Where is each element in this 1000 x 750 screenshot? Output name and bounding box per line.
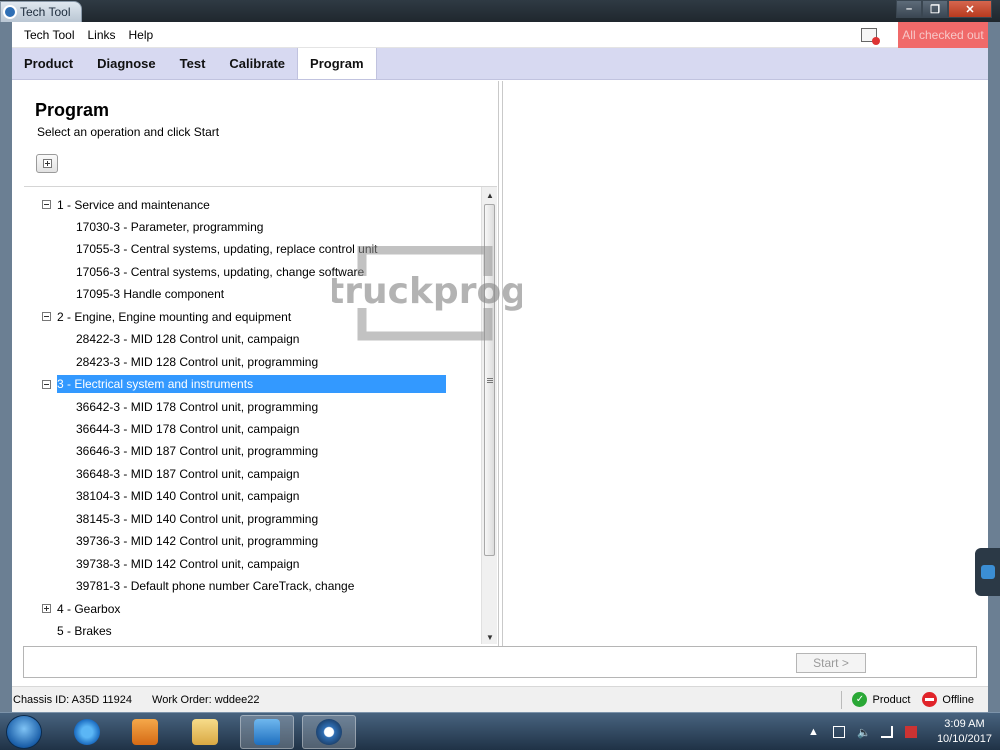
connection-status[interactable]: Offline bbox=[942, 694, 974, 706]
tree-item[interactable]: 28422-3 - MID 128 Control unit, campaign bbox=[76, 330, 299, 349]
battery-icon[interactable] bbox=[832, 726, 845, 738]
tab-diagnose[interactable]: Diagnose bbox=[85, 48, 168, 79]
maximize-button[interactable]: ❐ bbox=[922, 0, 948, 18]
window-title-bar[interactable]: Tech Tool – ❐ ✕ bbox=[0, 0, 1000, 22]
scroll-up-icon[interactable]: ▲ bbox=[482, 187, 497, 203]
taskbar-explorer[interactable] bbox=[178, 715, 232, 749]
collapse-icon[interactable] bbox=[42, 312, 51, 322]
product-status[interactable]: Product bbox=[872, 694, 910, 706]
tree-item[interactable]: 36642-3 - MID 178 Control unit, programm… bbox=[76, 397, 318, 416]
tab-product[interactable]: Product bbox=[12, 48, 85, 79]
tree-item[interactable]: 38104-3 - MID 140 Control unit, campaign bbox=[76, 487, 299, 506]
ie-icon bbox=[74, 719, 100, 745]
tech-tool-taskbar-icon bbox=[316, 719, 342, 745]
tree-item[interactable]: 36646-3 - MID 187 Control unit, programm… bbox=[76, 442, 318, 461]
expand-all-icon bbox=[42, 159, 52, 168]
taskbar-ie[interactable] bbox=[60, 715, 114, 749]
menu-tech-tool[interactable]: Tech Tool bbox=[24, 28, 74, 42]
menu-links[interactable]: Links bbox=[87, 28, 115, 42]
collapse-icon[interactable] bbox=[42, 200, 51, 209]
page-subtitle: Select an operation and click Start bbox=[37, 125, 220, 139]
tab-calibrate[interactable]: Calibrate bbox=[217, 48, 297, 79]
expand-icon[interactable] bbox=[42, 604, 51, 614]
tree-group[interactable]: 3 - Electrical system and instruments bbox=[42, 375, 446, 394]
menu-help[interactable]: Help bbox=[129, 28, 154, 42]
taskbar-tech-tool[interactable] bbox=[302, 715, 356, 749]
clock-time: 3:09 AM bbox=[944, 718, 985, 730]
grip-icon bbox=[486, 377, 493, 383]
tree-group[interactable]: 2 - Engine, Engine mounting and equipmen… bbox=[42, 307, 291, 326]
start-button[interactable]: Start > bbox=[796, 653, 866, 673]
tree-item[interactable]: 36648-3 - MID 187 Control unit, campaign bbox=[76, 464, 299, 483]
tree-group-label: 5 - Brakes bbox=[57, 624, 112, 639]
taskbar: ▲ 🔈 3:09 AM 10/10/2017 bbox=[0, 712, 1000, 750]
tree-item[interactable]: 17095-3 Handle component bbox=[76, 285, 224, 304]
tab-program[interactable]: Program bbox=[297, 48, 377, 79]
notification-icon[interactable] bbox=[861, 27, 880, 45]
system-tray: ▲ 🔈 3:09 AM 10/10/2017 bbox=[808, 713, 992, 750]
collapse-icon[interactable] bbox=[42, 379, 51, 389]
tree-group-label: 2 - Engine, Engine mounting and equipmen… bbox=[57, 309, 292, 324]
media-player-icon bbox=[132, 719, 158, 745]
page-title: Program bbox=[35, 100, 110, 120]
details-pane bbox=[502, 81, 988, 646]
tree-group[interactable]: 1 - Service and maintenance bbox=[42, 195, 210, 214]
minimize-button[interactable]: – bbox=[896, 0, 922, 18]
scroll-down-icon[interactable]: ▼ bbox=[482, 629, 497, 644]
clock-date: 10/10/2017 bbox=[936, 733, 992, 745]
status-alert-badge[interactable]: All checked out bbox=[898, 21, 988, 48]
operations-pane: Program Select an operation and click St… bbox=[12, 81, 499, 646]
expand-all-button[interactable] bbox=[36, 154, 58, 173]
clock[interactable]: 3:09 AM 10/10/2017 bbox=[937, 717, 992, 747]
menu-bar: Tech Tool Links Help All checked out bbox=[12, 21, 988, 48]
teamviewer-widget-icon bbox=[980, 565, 995, 579]
tree-scrollbar[interactable]: ▲ ▼ bbox=[481, 187, 497, 644]
window-title-tab: Tech Tool bbox=[0, 1, 82, 22]
windows-start-icon[interactable] bbox=[6, 715, 42, 749]
tree-group[interactable]: 5 - Brakes bbox=[42, 622, 112, 641]
signal-icon[interactable] bbox=[880, 726, 893, 738]
tree-group[interactable]: 4 - Gearbox bbox=[42, 599, 120, 618]
tree-item[interactable]: 17055-3 - Central systems, updating, rep… bbox=[76, 240, 378, 259]
taskbar-teamviewer[interactable] bbox=[240, 715, 294, 749]
tree-group-label: 3 - Electrical system and instruments bbox=[57, 375, 446, 394]
teamviewer-icon bbox=[254, 719, 280, 745]
teamviewer-side-widget[interactable] bbox=[975, 548, 1000, 596]
taskbar-media-player[interactable] bbox=[118, 715, 172, 749]
tree-item[interactable]: 36644-3 - MID 178 Control unit, campaign bbox=[76, 420, 299, 439]
work-order: Work Order: wddee22 bbox=[152, 693, 260, 706]
tree-item[interactable]: 17030-3 - Parameter, programming bbox=[76, 217, 263, 236]
tray-arrow-icon[interactable]: ▲ bbox=[808, 726, 819, 738]
window-title: Tech Tool bbox=[20, 5, 71, 19]
tree-group-label: 4 - Gearbox bbox=[57, 601, 121, 616]
main-tab-bar: Product Diagnose Test Calibrate Program bbox=[12, 48, 988, 80]
volume-icon[interactable]: 🔈 bbox=[857, 726, 871, 739]
tree-item[interactable]: 28423-3 - MID 128 Control unit, programm… bbox=[76, 352, 318, 371]
action-bar: Start > bbox=[23, 646, 977, 678]
tree-item[interactable]: 39736-3 - MID 142 Control unit, programm… bbox=[76, 532, 318, 551]
status-bar: Chassis ID: A35D 11924 Work Order: wddee… bbox=[12, 686, 988, 712]
tab-test[interactable]: Test bbox=[168, 48, 218, 79]
chassis-id: Chassis ID: A35D 11924 bbox=[13, 693, 133, 706]
tree-item[interactable]: 38145-3 - MID 140 Control unit, programm… bbox=[76, 509, 318, 528]
close-button[interactable]: ✕ bbox=[948, 0, 992, 18]
folder-icon bbox=[192, 719, 218, 745]
operations-tree[interactable]: 1 - Service and maintenance 17030-3 - Par… bbox=[24, 186, 497, 644]
product-ok-icon: ✓ bbox=[852, 692, 868, 707]
status-divider bbox=[841, 690, 843, 709]
tree-item[interactable]: 17056-3 - Central systems, updating, cha… bbox=[76, 262, 364, 281]
offline-icon bbox=[922, 692, 938, 707]
tree-group-label: 1 - Service and maintenance bbox=[57, 197, 210, 212]
tree-item[interactable]: 39738-3 - MID 142 Control unit, campaign bbox=[76, 554, 299, 573]
network-alert-icon[interactable] bbox=[904, 726, 917, 738]
tree-item[interactable]: 39781-3 - Default phone number CareTrack… bbox=[76, 577, 354, 596]
app-window: Tech Tool Links Help All checked out Pro… bbox=[12, 21, 988, 712]
tech-tool-icon bbox=[3, 5, 17, 19]
scroll-thumb[interactable] bbox=[484, 204, 495, 556]
